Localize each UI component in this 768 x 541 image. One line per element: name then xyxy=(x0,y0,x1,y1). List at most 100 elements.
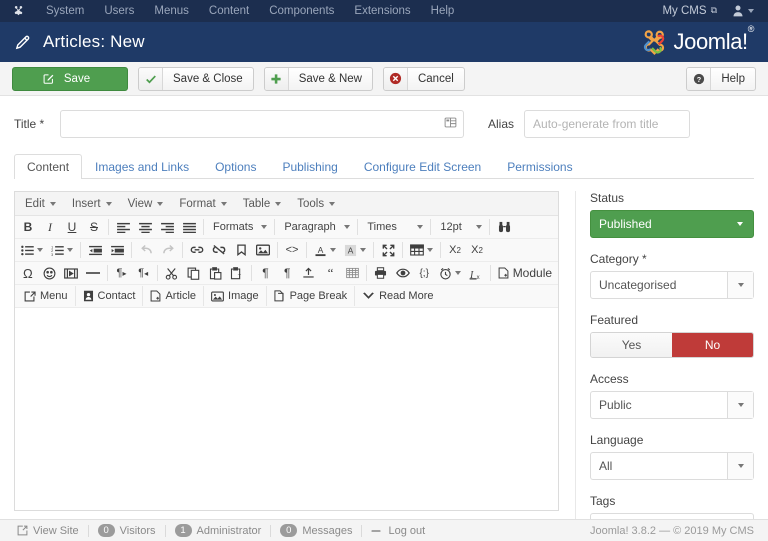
menu-insert[interactable]: Insert xyxy=(64,195,120,213)
featured-yes-option[interactable]: Yes xyxy=(591,333,672,357)
smiley-icon[interactable] xyxy=(39,263,61,283)
page-break-insert-button[interactable]: Page Break xyxy=(267,286,356,306)
featured-no-option[interactable]: No xyxy=(672,333,753,357)
topmenu-item-users[interactable]: Users xyxy=(94,2,144,20)
highlight-color-icon[interactable]: A xyxy=(340,240,370,260)
clock-icon[interactable] xyxy=(435,263,465,283)
topmenu-item-help[interactable]: Help xyxy=(421,2,465,20)
messages-status[interactable]: 0 Messages xyxy=(271,524,361,537)
binoculars-icon[interactable] xyxy=(493,217,515,237)
topmenu-item-components[interactable]: Components xyxy=(259,2,344,20)
anchor-bookmark-icon[interactable] xyxy=(230,240,252,260)
font-size-dropdown[interactable]: 12pt xyxy=(434,217,486,237)
user-menu-button[interactable] xyxy=(723,5,762,17)
menu-insert-button[interactable]: Menu xyxy=(17,286,76,306)
omega-special-character-icon[interactable]: Ω xyxy=(17,263,39,283)
contact-insert-button[interactable]: Contact xyxy=(76,286,144,306)
strikethrough-button[interactable]: S xyxy=(83,217,105,237)
left-to-right-icon[interactable]: ¶ ▸ xyxy=(111,263,133,283)
undo-icon[interactable] xyxy=(135,240,157,260)
tab-images-and-links[interactable]: Images and Links xyxy=(82,154,202,179)
menu-view[interactable]: View xyxy=(120,195,172,213)
tab-configure-edit-screen[interactable]: Configure Edit Screen xyxy=(351,154,494,179)
scissors-cut-icon[interactable] xyxy=(161,263,183,283)
bullet-list-icon[interactable] xyxy=(17,240,47,260)
bold-button[interactable]: B xyxy=(17,217,39,237)
module-button[interactable]: Module xyxy=(494,263,556,283)
align-center-icon[interactable] xyxy=(134,217,156,237)
unlink-icon[interactable] xyxy=(208,240,230,260)
print-icon[interactable] xyxy=(370,263,392,283)
blockquote-icon[interactable]: “ xyxy=(320,263,342,283)
subscript-icon[interactable]: X2 xyxy=(444,240,466,260)
save-and-close-button[interactable]: Save & Close xyxy=(138,66,254,91)
image-icon[interactable] xyxy=(252,240,274,260)
tab-options[interactable]: Options xyxy=(202,154,269,179)
redo-icon[interactable] xyxy=(157,240,179,260)
menu-table[interactable]: Table xyxy=(235,195,290,213)
link-icon[interactable] xyxy=(186,240,208,260)
visitors-status[interactable]: 0 Visitors xyxy=(89,524,165,537)
menu-format[interactable]: Format xyxy=(171,195,234,213)
eye-preview-icon[interactable] xyxy=(392,263,414,283)
topmenu-item-content[interactable]: Content xyxy=(199,2,259,20)
indent-icon[interactable] xyxy=(106,240,128,260)
table-icon[interactable] xyxy=(406,240,437,260)
horizontal-rule-icon[interactable] xyxy=(82,263,104,283)
topmenu-item-extensions[interactable]: Extensions xyxy=(344,2,420,20)
copy-icon[interactable] xyxy=(183,263,205,283)
template-grid-icon[interactable] xyxy=(341,263,363,283)
pilcrow-blocks-icon[interactable]: ¶ xyxy=(255,263,277,283)
paste-icon[interactable] xyxy=(204,263,226,283)
article-columns-icon[interactable] xyxy=(444,116,457,129)
tab-content[interactable]: Content xyxy=(14,154,83,179)
numbered-list-icon[interactable]: 123 xyxy=(47,240,77,260)
editor-content-area[interactable] xyxy=(15,308,558,510)
joomla-mark-icon[interactable] xyxy=(8,3,28,19)
media-film-icon[interactable] xyxy=(60,263,82,283)
align-left-icon[interactable] xyxy=(112,217,134,237)
code-sample-icon[interactable]: {;} xyxy=(413,263,435,283)
menu-tools[interactable]: Tools xyxy=(289,195,343,213)
align-right-icon[interactable] xyxy=(156,217,178,237)
align-justify-icon[interactable] xyxy=(178,217,200,237)
topmenu-item-system[interactable]: System xyxy=(36,2,94,20)
logout-link[interactable]: Log out xyxy=(362,525,434,537)
status-select[interactable]: Published xyxy=(590,210,754,238)
article-insert-button[interactable]: Article xyxy=(143,286,205,306)
block-format-dropdown[interactable]: Paragraph xyxy=(278,217,354,237)
paste-as-text-icon[interactable]: T xyxy=(226,263,248,283)
alias-input[interactable] xyxy=(524,110,691,138)
title-input[interactable] xyxy=(60,110,464,138)
italic-button[interactable]: I xyxy=(39,217,61,237)
font-family-dropdown[interactable]: Times xyxy=(361,217,427,237)
site-name-link[interactable]: My CMS ⧉ xyxy=(656,5,723,18)
help-button[interactable]: ? Help xyxy=(686,66,756,91)
access-select[interactable]: Public xyxy=(590,391,754,419)
text-color-icon[interactable]: A xyxy=(310,240,340,260)
administrator-status[interactable]: 1 Administrator xyxy=(166,524,271,537)
cancel-button[interactable]: Cancel xyxy=(382,66,465,91)
read-more-insert-button[interactable]: Read More xyxy=(355,286,440,306)
right-to-left-icon[interactable]: ¶ ◂ xyxy=(132,263,154,283)
outdent-icon[interactable] xyxy=(84,240,106,260)
category-select[interactable]: Uncategorised xyxy=(590,271,754,299)
language-select[interactable]: All xyxy=(590,452,754,480)
topmenu-item-menus[interactable]: Menus xyxy=(144,2,199,20)
formats-dropdown[interactable]: Formats xyxy=(207,217,271,237)
chevron-down-icon xyxy=(67,248,73,252)
remove-format-icon[interactable]: Ix xyxy=(465,263,487,283)
image-insert-button[interactable]: Image xyxy=(204,286,267,306)
menu-edit[interactable]: Edit xyxy=(17,195,64,213)
pilcrow-chars-icon[interactable]: ¶ xyxy=(276,263,298,283)
fullscreen-icon[interactable] xyxy=(377,240,399,260)
tab-permissions[interactable]: Permissions xyxy=(494,154,585,179)
save-and-new-button[interactable]: Save & New xyxy=(263,66,373,91)
superscript-icon[interactable]: X2 xyxy=(466,240,488,260)
tab-publishing[interactable]: Publishing xyxy=(269,154,350,179)
source-code-icon[interactable]: <> xyxy=(281,240,303,260)
view-site-link[interactable]: View Site xyxy=(8,525,88,537)
underline-button[interactable]: U xyxy=(61,217,83,237)
save-button[interactable]: Save xyxy=(12,66,128,91)
upload-file-icon[interactable] xyxy=(298,263,320,283)
